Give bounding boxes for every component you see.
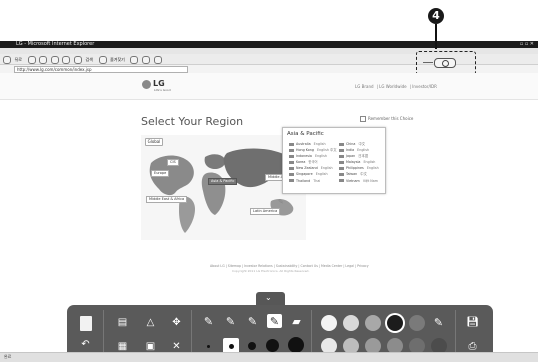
- favorites-icon[interactable]: [98, 56, 107, 64]
- flag-icon: [339, 172, 344, 176]
- back-icon[interactable]: [3, 56, 11, 64]
- size-dot-lg[interactable]: [266, 339, 279, 352]
- region-label-europe[interactable]: Europe: [151, 170, 170, 177]
- browser-title-bar: LG - Microsoft Internet Explorer ▫ ▫ ✕: [0, 41, 538, 48]
- toolbar-separator: [191, 310, 192, 356]
- region-label-latin-america[interactable]: Latin America: [250, 208, 281, 215]
- size-dot-xs[interactable]: [207, 345, 210, 348]
- flag-icon: [289, 142, 294, 146]
- color-swatch[interactable]: [365, 315, 381, 331]
- tab-global[interactable]: Global: [145, 138, 163, 146]
- eraser-icon[interactable]: ▰: [289, 314, 304, 328]
- toolbar-separator: [311, 310, 312, 356]
- popup-title: Asia & Pacific: [287, 131, 324, 137]
- region-label-middle-east-africa[interactable]: Middle East & Africa: [146, 196, 188, 203]
- mail-icon[interactable]: [142, 56, 151, 64]
- flag-icon: [339, 148, 344, 152]
- back-label[interactable]: 뒤로: [15, 57, 22, 62]
- region-popup: Asia & Pacific Australia English Hong Ko…: [282, 127, 386, 194]
- new-page-icon[interactable]: [80, 316, 92, 331]
- flag-icon: [339, 154, 344, 158]
- pen-medium-icon[interactable]: ✎: [223, 314, 238, 328]
- flag-icon: [289, 148, 294, 152]
- window-controls[interactable]: ▫ ▫ ✕: [520, 42, 534, 47]
- region-label-cis[interactable]: CIS: [167, 159, 179, 166]
- undo-icon[interactable]: ↶: [78, 337, 93, 351]
- search-icon[interactable]: [73, 56, 82, 64]
- site-header: [0, 73, 538, 100]
- forward-icon[interactable]: [27, 56, 36, 64]
- move-icon[interactable]: ✥: [169, 315, 184, 329]
- toolbar-separator: [103, 310, 104, 356]
- print-page-icon[interactable]: ▦: [115, 339, 130, 353]
- highlighter-icon[interactable]: ✎: [267, 314, 282, 328]
- header-link-investor[interactable]: Investor/IDR: [412, 84, 437, 89]
- window-title: LG - Microsoft Internet Explorer: [16, 41, 95, 47]
- status-text: 완료: [4, 354, 12, 359]
- open-folder-icon[interactable]: ▤: [115, 315, 130, 329]
- color-swatch[interactable]: [409, 315, 425, 331]
- copyright: Copyright 2011 LG Electronics. All Right…: [232, 269, 310, 273]
- country-item[interactable]: Vietnam Việt Nam: [339, 178, 379, 184]
- home-icon[interactable]: [62, 56, 71, 64]
- custom-color-pen-icon[interactable]: ✎: [431, 315, 446, 329]
- logo-tagline: Life's Good: [154, 88, 171, 92]
- remember-checkbox[interactable]: [360, 116, 366, 122]
- map-pin-icon: ✎: [278, 198, 284, 206]
- country-item[interactable]: Thailand Thai: [289, 178, 333, 184]
- size-dot-xl[interactable]: [288, 337, 304, 353]
- clear-icon[interactable]: ✕: [169, 339, 184, 353]
- callout-line: [435, 24, 437, 49]
- save-icon[interactable]: 💾︎: [465, 315, 480, 329]
- lg-logo-icon: [142, 80, 151, 89]
- flag-icon: [289, 179, 294, 183]
- flag-icon: [339, 179, 344, 183]
- color-swatch[interactable]: [321, 315, 337, 331]
- flag-icon: [339, 160, 344, 164]
- address-input[interactable]: http://www.lg.com/common/index.jsp: [14, 66, 188, 73]
- chevron-down-icon[interactable]: ⌄: [265, 293, 272, 303]
- toolbar-separator: [455, 310, 456, 356]
- region-label-asia-pacific[interactable]: Asia & Pacific: [208, 178, 238, 185]
- flag-icon: [289, 166, 294, 170]
- header-links: LG Brand | LG Worldwide | Investor/IDR: [355, 84, 437, 89]
- remember-label: Remember this Choice: [368, 116, 414, 121]
- shapes-icon[interactable]: △: [143, 315, 158, 329]
- marker-icon[interactable]: ✎: [245, 314, 260, 328]
- logo-text: LG: [153, 79, 165, 88]
- footer-links[interactable]: About LG | Sitemap | Investor Relations …: [210, 264, 369, 268]
- color-swatch[interactable]: [343, 315, 359, 331]
- refresh-icon[interactable]: [50, 56, 59, 64]
- favorites-label[interactable]: 즐겨찾기: [110, 57, 125, 62]
- print-icon[interactable]: ⎙: [465, 339, 480, 353]
- flag-icon: [289, 160, 294, 164]
- callout-number-badge: 4: [428, 8, 444, 24]
- remember-choice[interactable]: Remember this Choice: [360, 116, 413, 122]
- search-label[interactable]: 검색: [86, 57, 93, 62]
- flag-icon: [339, 142, 344, 146]
- flag-icon: [289, 172, 294, 176]
- popup-column-1: Australia English Hong Kong English 中文 I…: [289, 141, 337, 184]
- popup-column-2: China 中文 India English Japan 日本語 Malaysi…: [339, 141, 379, 184]
- header-link-worldwide[interactable]: LG Worldwide: [379, 84, 406, 89]
- stop-icon[interactable]: [39, 56, 48, 64]
- history-icon[interactable]: [130, 56, 139, 64]
- country-item[interactable]: Singapore English: [289, 171, 333, 177]
- color-swatch-selected[interactable]: [387, 315, 403, 331]
- save-page-icon[interactable]: ▣: [143, 339, 158, 353]
- print-icon[interactable]: [153, 56, 162, 64]
- flag-icon: [339, 166, 344, 170]
- page-title: Select Your Region: [141, 115, 244, 128]
- size-dot-md[interactable]: [248, 342, 256, 350]
- flag-icon: [289, 154, 294, 158]
- pen-thin-icon[interactable]: ✎: [201, 314, 216, 328]
- pen-toggle-icon[interactable]: [423, 58, 456, 68]
- header-link-brand[interactable]: LG Brand: [355, 84, 374, 89]
